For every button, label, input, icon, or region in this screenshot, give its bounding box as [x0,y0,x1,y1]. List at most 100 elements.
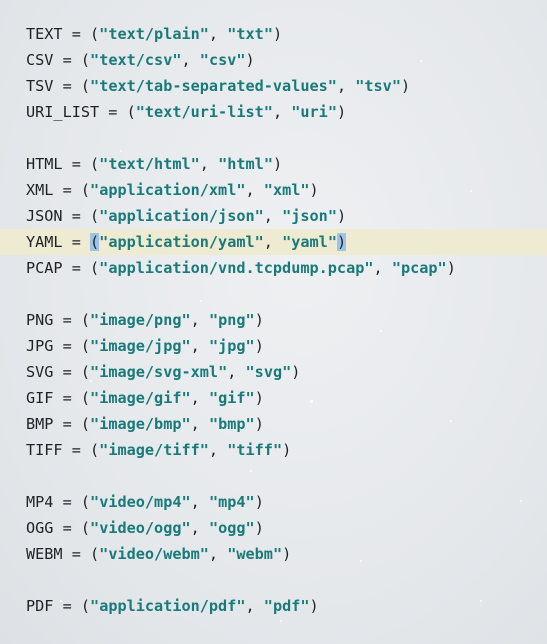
code-line[interactable]: PNG = ("image/png", "png") [0,307,547,333]
bracket-open: ( [126,103,136,121]
assign-operator: = [62,233,91,251]
comma: , [190,493,209,511]
bracket-open: ( [80,493,91,511]
matched-bracket-close: ) [336,233,347,251]
constant-name: JSON [26,207,63,225]
quote: " [181,415,191,433]
code-line[interactable]: PCAP = ("application/vnd.tcpdump.pcap", … [0,255,547,281]
quote: " [208,311,219,329]
constant-name: SVG [26,363,54,381]
quote: " [263,181,273,199]
quote: " [90,51,100,69]
code-line[interactable]: JSON = ("application/json", "json") [0,203,547,229]
extension-string: tiff [236,441,273,459]
quote: " [181,389,191,407]
code-line[interactable]: TIFF = ("image/tiff", "tiff") [0,437,547,463]
mime-type-string: image/bmp [99,415,182,433]
quote: " [90,363,100,381]
code-line[interactable]: MP4 = ("video/mp4", "mp4") [0,489,547,515]
comma: , [190,311,209,329]
constant-name: PDF [26,597,54,615]
comma: , [263,233,283,251]
code-line[interactable]: PDF = ("application/pdf", "pdf") [0,593,547,619]
mime-type-string: image/tiff [108,441,200,459]
code-line-current[interactable]: YAML = ("application/yaml", "yaml") [0,229,547,255]
extension-string: svg [254,363,283,381]
constant-name: PNG [26,311,54,329]
assign-operator: = [53,415,81,433]
constant-name: JPG [26,337,54,355]
constant-name: PCAP [26,259,63,277]
mime-type-string: text/html [108,155,191,173]
bracket-close: ) [245,51,255,69]
code-line[interactable]: URI_LIST = ("text/uri-list", "uri") [0,99,547,125]
quote: " [90,493,100,511]
quote: " [90,389,100,407]
comma: , [199,155,219,173]
bracket-open: ( [80,597,91,615]
mime-type-string: text/csv [99,51,173,69]
quote: " [199,441,209,459]
code-line[interactable]: TSV = ("text/tab-separated-values", "tsv… [0,73,547,99]
quote: " [90,415,100,433]
code-line[interactable]: OGG = ("video/ogg", "ogg") [0,515,547,541]
code-line[interactable]: CSV = ("text/csv", "csv") [0,47,547,73]
matched-bracket-open: ( [90,233,100,251]
mime-type-string: text/plain [108,25,200,43]
comma: , [190,337,209,355]
assign-operator: = [53,389,81,407]
code-line[interactable]: BMP = ("image/bmp", "bmp") [0,411,547,437]
assign-operator: = [62,259,91,277]
bracket-close: ) [254,415,264,433]
quote: " [99,545,109,563]
bracket-open: ( [80,311,91,329]
bracket-close: ) [336,207,347,225]
quote: " [99,259,109,277]
code-line[interactable]: SVG = ("image/svg-xml", "svg") [0,359,547,385]
quote: " [208,389,219,407]
mime-type-string: application/vnd.tcpdump.pcap [108,259,365,277]
comma: , [245,181,264,199]
quote: " [282,363,292,381]
quote: " [245,337,255,355]
code-line[interactable]: WEBM = ("video/webm", "webm") [0,541,547,567]
quote: " [263,103,273,121]
mime-type-string: text/uri-list [144,103,264,121]
quote: " [364,259,374,277]
code-line[interactable]: HTML = ("text/html", "html") [0,151,547,177]
constant-name: TEXT [26,25,63,43]
quote: " [327,103,337,121]
quote: " [99,155,109,173]
code-line[interactable]: GIF = ("image/gif", "gif") [0,385,547,411]
comma: , [208,441,228,459]
code-line[interactable]: JPG = ("image/jpg", "jpg") [0,333,547,359]
constant-name: MP4 [26,493,54,511]
extension-string: gif [218,389,246,407]
quote: " [263,155,273,173]
constant-name: TSV [26,77,54,95]
extension-string: yaml [291,233,328,251]
quote: " [254,207,264,225]
assign-operator: = [62,25,91,43]
comma: , [373,259,392,277]
constant-name: WEBM [26,545,63,563]
quote: " [254,233,264,251]
quote: " [218,155,228,173]
bracket-close: ) [254,519,264,537]
code-editor[interactable]: TEXT = ("text/plain", "txt") CSV = ("text… [0,21,547,619]
quote: " [199,51,209,69]
quote: " [327,233,337,251]
mime-type-string: text/tab-separated-values [99,77,328,95]
quote: " [99,207,109,225]
quote: " [300,181,310,199]
code-line[interactable]: TEXT = ("text/plain", "txt") [0,21,547,47]
quote: " [99,441,109,459]
assign-operator: = [53,337,81,355]
extension-string: pcap [400,259,438,277]
quote: " [245,311,255,329]
quote: " [208,519,219,537]
quote: " [227,441,237,459]
assign-operator: = [62,545,91,563]
code-line[interactable]: XML = ("application/xml", "xml") [0,177,547,203]
